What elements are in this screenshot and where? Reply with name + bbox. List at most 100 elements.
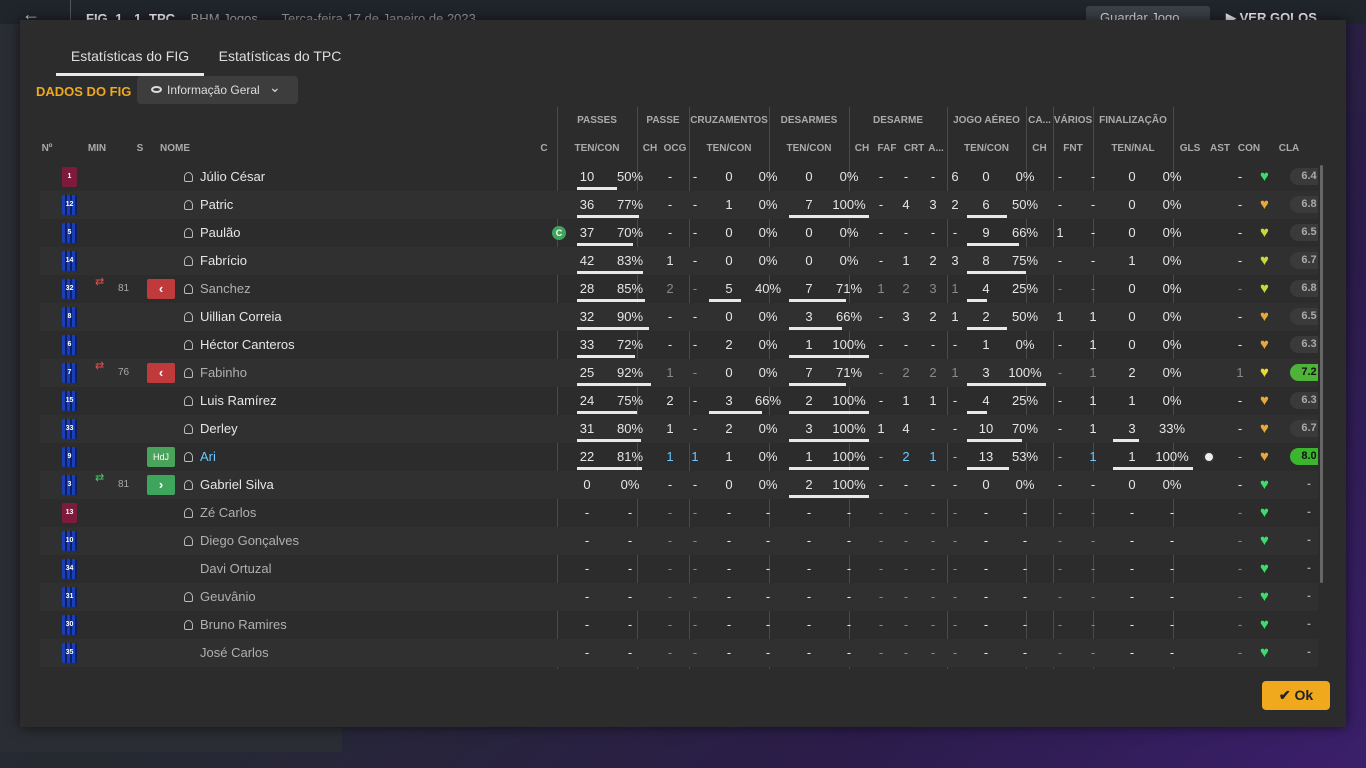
condition-heart-icon: ♥: [1260, 196, 1269, 213]
player-name[interactable]: Uillian Correia: [200, 303, 500, 331]
player-name[interactable]: Davi Ortuzal: [200, 555, 500, 583]
stat-ocg: -: [692, 337, 698, 352]
table-row[interactable]: 9 HdJ Ari 22 81% 1 1 1 0% 1 100% -2 1-13 53% -1 1 100% - ♥…: [40, 443, 1318, 471]
stat-des: 0: [805, 253, 813, 268]
col-header-passe-ocg[interactable]: OCG: [662, 143, 688, 154]
stat-finp: -: [1169, 617, 1175, 632]
table-row[interactable]: 31 Geuvânio - - - - - - - - - - - - - - - - - - - ♥ -: [40, 583, 1318, 611]
col-header-gls[interactable]: GLS: [1178, 143, 1202, 154]
col-header-desarme-ch[interactable]: CH: [852, 143, 872, 154]
player-name[interactable]: Luis Ramírez: [200, 387, 500, 415]
table-row[interactable]: 13 Zé Carlos - - - - - - - - - - - - - - - - - - - ♥ -: [40, 499, 1318, 527]
stat-da: -: [952, 337, 958, 352]
stat-cach: 1: [1056, 309, 1064, 324]
col-header-min[interactable]: MIN: [82, 143, 112, 154]
stat-pch: -: [667, 617, 673, 632]
player-name[interactable]: Fabrício: [200, 247, 500, 275]
player-name[interactable]: Fabinho: [200, 359, 500, 387]
player-name[interactable]: Patric: [200, 191, 500, 219]
stat-ast: -: [1237, 337, 1243, 352]
stat-pch: 1: [666, 253, 674, 268]
stat-fin: 2: [1128, 365, 1136, 380]
tab-fig-stats[interactable]: Estatísticas do FIG: [56, 48, 204, 76]
stat-crup: 0%: [758, 225, 778, 240]
stat-pch: -: [667, 197, 673, 212]
col-header-passe-ch[interactable]: CH: [640, 143, 660, 154]
success-rate-bar: [967, 439, 1022, 442]
col-header-nome[interactable]: NOME: [160, 143, 220, 154]
stat-crup: -: [765, 645, 771, 660]
stat-da: 6: [951, 169, 959, 184]
col-header-fin-tennal[interactable]: TEN/NAL: [1093, 143, 1173, 154]
stat-finp: 0%: [1162, 197, 1182, 212]
view-dropdown[interactable]: Informação Geral ⌄: [137, 76, 298, 104]
player-name[interactable]: Bruno Ramires: [200, 611, 500, 639]
col-header-des-tencon[interactable]: TEN/CON: [769, 143, 849, 154]
player-name[interactable]: José Carlos: [200, 639, 500, 667]
substitution-icon: ⇄: [95, 472, 105, 484]
table-row[interactable]: 35 José Carlos - - - - - - - - - - - - - - - - - - - ♥ -: [40, 639, 1318, 667]
col-header-ca-ch[interactable]: CH: [1026, 143, 1053, 154]
rating-badge: 6.7: [1290, 252, 1318, 269]
rating-badge: 6.3: [1290, 392, 1318, 409]
player-name[interactable]: Ari: [200, 443, 500, 471]
player-name[interactable]: Derley: [200, 415, 500, 443]
col-header-c[interactable]: C: [538, 143, 550, 154]
table-row[interactable]: 1 Júlio César 10 50% - -0 0% 0 0% - - -6 0 0% - -0 0% - ♥ 6…: [40, 163, 1318, 191]
player-name[interactable]: Júlio César: [200, 163, 500, 191]
stat-fnt: -: [1090, 617, 1096, 632]
stat-aerp: 50%: [1011, 309, 1039, 324]
player-name[interactable]: Héctor Canteros: [200, 331, 500, 359]
stat-cru: 2: [725, 337, 733, 352]
stat-aer: 0: [982, 477, 990, 492]
col-header-passes-tencon[interactable]: TEN/CON: [557, 143, 637, 154]
col-header-cruz-tencon[interactable]: TEN/CON: [689, 143, 769, 154]
stat-des: 0: [805, 169, 813, 184]
ok-button[interactable]: ✔ Ok: [1262, 681, 1330, 710]
col-header-cla[interactable]: CLA: [1274, 143, 1304, 154]
player-name[interactable]: Zé Carlos: [200, 499, 500, 527]
col-header-ast[interactable]: AST: [1208, 143, 1232, 154]
table-row[interactable]: 10 Diego Gonçalves - - - - - - - - - - - - - - - - - - - ♥ -: [40, 527, 1318, 555]
col-header-desarme-crt[interactable]: CRT: [902, 143, 926, 154]
col-header-no[interactable]: Nº: [40, 143, 54, 154]
table-row[interactable]: 33 Derley 31 80% 1-2 0% 3 100% 1 4- -10 70% -1 3 33% - ♥…: [40, 415, 1318, 443]
stat-da: -: [952, 561, 958, 576]
stat-faf: -: [903, 225, 909, 240]
table-row[interactable]: 8 Uillian Correia 32 90% - -0 0% 3 66% -3 2 1 2 50% 1 1…: [40, 303, 1318, 331]
view-dropdown-label: Informação Geral: [167, 83, 260, 97]
ok-label: Ok: [1294, 687, 1314, 703]
col-header-s[interactable]: S: [134, 143, 146, 154]
col-header-fnt[interactable]: FNT: [1053, 143, 1093, 154]
table-row[interactable]: 6 Héctor Canteros 33 72% - -2 0% 1 100% - - - -1 0% -1…: [40, 331, 1318, 359]
col-header-aereo-tencon[interactable]: TEN/CON: [947, 143, 1026, 154]
table-row[interactable]: 5 Paulão C 37 70% - -0 0% 0 0% - - - -9 66% 1-0 0% - ♥ 6.5: [40, 219, 1318, 247]
condition-heart-icon: ♥: [1260, 392, 1269, 409]
table-row[interactable]: 7 ⇄ 76 ‹ Fabinho 25 92% 1-0 0% 7 71% -2 2 1 3 100% -1 2 0%…: [40, 359, 1318, 387]
success-rate-bar: [709, 299, 741, 302]
stat-fnt: -: [1090, 561, 1096, 576]
table-row[interactable]: 15 Luis Ramírez 24 75% 2-3 66% 2 100% -1 1-4 25% -1…: [40, 387, 1318, 415]
table-row[interactable]: 34 Davi Ortuzal - - - - - - - - - - - - - - - - - - - ♥ -: [40, 555, 1318, 583]
player-name[interactable]: Geuvânio: [200, 583, 500, 611]
scrollbar[interactable]: [1320, 165, 1323, 583]
table-row[interactable]: 32 ⇄ 81 ‹ Sanchez 28 85% 2-5 40% 7 71% 1 2 3 1 4 25% - -0 0…: [40, 275, 1318, 303]
player-name[interactable]: Gabriel Silva: [200, 471, 500, 499]
player-name[interactable]: Paulão: [200, 219, 500, 247]
tab-tpc-stats[interactable]: Estatísticas do TPC: [204, 48, 356, 64]
player-name[interactable]: Diego Gonçalves: [200, 527, 500, 555]
col-header-con[interactable]: CON: [1235, 143, 1263, 154]
stat-dch: -: [878, 477, 884, 492]
stat-pch: -: [667, 533, 673, 548]
col-header-desarme-faf[interactable]: FAF: [875, 143, 899, 154]
table-row[interactable]: 3 ⇄ 81 › Gabriel Silva 0 0% - -0 0% 2 100% - - - -0 0% - -…: [40, 471, 1318, 499]
table-row[interactable]: 14 Fabrício 42 83% 1-0 0% 0 0% -1 2 3 8 75% - -1 0% - ♥ 6.…: [40, 247, 1318, 275]
table-row[interactable]: 30 Bruno Ramires - - - - - - - - - - - - - - - - - - - ♥ -: [40, 611, 1318, 639]
stat-pasp: -: [627, 561, 633, 576]
table-row[interactable]: 12 Patric 36 77% - -1 0% 7 100% -4 3 2 6 50% - -0 0% - ♥ 6.…: [40, 191, 1318, 219]
col-header-desarme-a[interactable]: A...: [927, 143, 945, 154]
player-name[interactable]: Sanchez: [200, 275, 500, 303]
stat-fin: 0: [1128, 169, 1136, 184]
stats-modal: Estatísticas do FIG Estatísticas do TPC …: [20, 20, 1346, 727]
football-icon: [1203, 451, 1215, 463]
